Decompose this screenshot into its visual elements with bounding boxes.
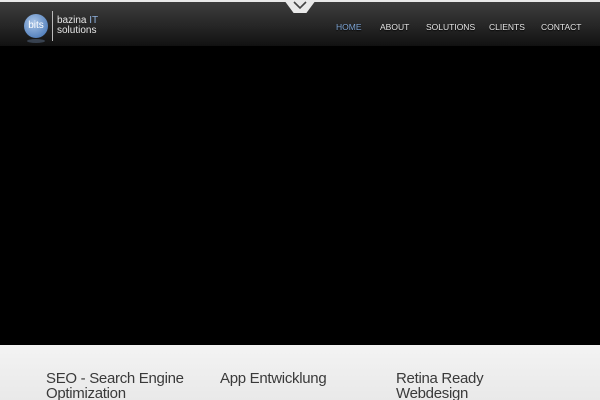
service-title-seo[interactable]: SEO - Search Engine Optimization: [46, 371, 206, 400]
service-title-app[interactable]: App Entwicklung: [220, 371, 380, 386]
nav-item-contact[interactable]: CONTACT: [541, 22, 581, 32]
site-header: bits bazina IT solutions HOME ABOUT SOLU…: [0, 0, 600, 46]
logo-subline: solutions: [57, 25, 97, 36]
nav-item-clients[interactable]: CLIENTS: [489, 22, 525, 32]
service-title-retina[interactable]: Retina Ready Webdesign: [396, 371, 516, 400]
nav-item-about[interactable]: ABOUT: [380, 22, 409, 32]
logo-badge: bits: [24, 14, 48, 38]
header-dropdown-toggle[interactable]: [284, 0, 316, 13]
nav-item-solutions[interactable]: SOLUTIONS: [426, 22, 475, 32]
services-section: SEO - Search Engine Optimization App Ent…: [0, 345, 600, 400]
hero-slider: [0, 46, 600, 345]
logo-badge-reflection: [27, 39, 45, 43]
logo-text: bazina IT solutions: [57, 16, 137, 36]
nav-item-home[interactable]: HOME: [336, 22, 362, 32]
chevron-down-icon: [293, 1, 307, 10]
logo-divider: [52, 11, 53, 41]
